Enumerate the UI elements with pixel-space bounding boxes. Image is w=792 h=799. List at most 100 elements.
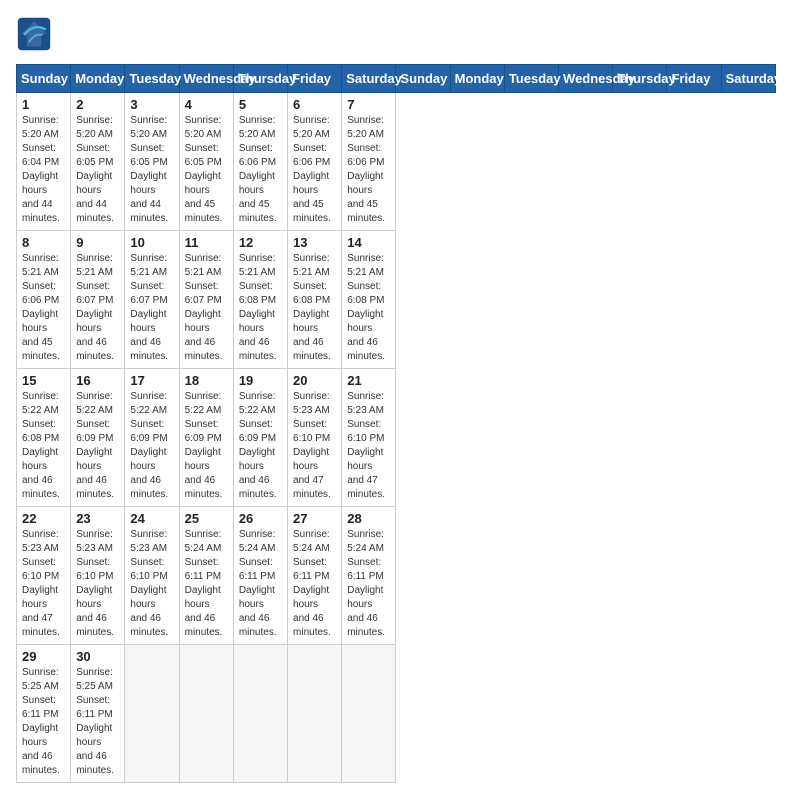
day-cell: 2 Sunrise: 5:20 AMSunset: 6:05 PMDaylight… [71, 93, 125, 231]
day-cell: 12Sunrise: 5:21 AMSunset: 6:08 PMDayligh… [233, 231, 287, 369]
day-number: 28 [347, 511, 390, 526]
day-info: Sunrise: 5:20 AMSunset: 6:05 PMDaylight … [76, 115, 114, 224]
header [16, 16, 776, 52]
day-cell: 21 Sunrise: 5:23 AMSunset: 6:10 PMDayligh… [342, 369, 396, 507]
day-cell: 5 Sunrise: 5:20 AMSunset: 6:06 PMDaylight… [233, 93, 287, 231]
logo-icon [16, 16, 52, 52]
day-info: Sunrise: 5:21 AMSunset: 6:08 PMDaylight … [239, 253, 277, 362]
day-info: Sunrise: 5:24 AMSunset: 6:11 PMDaylight … [293, 529, 331, 638]
day-number: 3 [130, 97, 173, 112]
day-info: Sunrise: 5:20 AMSunset: 6:04 PMDaylight … [22, 115, 60, 224]
day-number: 9 [76, 235, 119, 250]
week-row-2: 8 Sunrise: 5:21 AMSunset: 6:06 PMDaylight… [17, 231, 776, 369]
day-number: 11 [185, 235, 228, 250]
day-number: 7 [347, 97, 390, 112]
day-cell: 13 Sunrise: 5:21 AMSunset: 6:08 PMDayligh… [288, 231, 342, 369]
day-cell: 7Sunrise: 5:20 AMSunset: 6:06 PMDaylight… [342, 93, 396, 231]
day-cell: 8 Sunrise: 5:21 AMSunset: 6:06 PMDaylight… [17, 231, 71, 369]
col-header-tuesday: Tuesday [504, 65, 558, 93]
day-number: 29 [22, 649, 65, 664]
day-info: Sunrise: 5:22 AMSunset: 6:09 PMDaylight … [239, 391, 277, 500]
day-cell: 23Sunrise: 5:23 AMSunset: 6:10 PMDayligh… [71, 507, 125, 645]
day-number: 22 [22, 511, 65, 526]
day-cell: 29Sunrise: 5:25 AMSunset: 6:11 PMDayligh… [17, 645, 71, 783]
day-number: 13 [293, 235, 336, 250]
day-info: Sunrise: 5:20 AMSunset: 6:05 PMDaylight … [130, 115, 168, 224]
day-cell [179, 645, 233, 783]
day-cell: 19 Sunrise: 5:22 AMSunset: 6:09 PMDayligh… [233, 369, 287, 507]
day-cell: 11 Sunrise: 5:21 AMSunset: 6:07 PMDayligh… [179, 231, 233, 369]
day-number: 26 [239, 511, 282, 526]
day-cell: 26Sunrise: 5:24 AMSunset: 6:11 PMDayligh… [233, 507, 287, 645]
calendar-table: SundayMondayTuesdayWednesdayThursdayFrid… [16, 64, 776, 783]
day-cell: 28 Sunrise: 5:24 AMSunset: 6:11 PMDayligh… [342, 507, 396, 645]
day-number: 8 [22, 235, 65, 250]
col-header-wednesday: Wednesday [179, 65, 233, 93]
day-cell [288, 645, 342, 783]
week-row-5: 29 Sunrise: 5:25 AMSunset: 6:11 PMDayligh… [17, 645, 776, 783]
day-info: Sunrise: 5:23 AMSunset: 6:10 PMDaylight … [293, 391, 331, 500]
day-info: Sunrise: 5:24 AMSunset: 6:11 PMDaylight … [347, 529, 385, 638]
day-cell: 10Sunrise: 5:21 AMSunset: 6:07 PMDayligh… [125, 231, 179, 369]
day-number: 25 [185, 511, 228, 526]
day-info: Sunrise: 5:23 AMSunset: 6:10 PMDaylight … [22, 529, 60, 638]
day-info: Sunrise: 5:21 AMSunset: 6:07 PMDaylight … [185, 253, 223, 362]
col-header-wednesday: Wednesday [559, 65, 613, 93]
day-cell: 4Sunrise: 5:20 AMSunset: 6:05 PMDaylight… [179, 93, 233, 231]
day-info: Sunrise: 5:22 AMSunset: 6:08 PMDaylight … [22, 391, 60, 500]
col-header-thursday: Thursday [233, 65, 287, 93]
day-cell [233, 645, 287, 783]
day-number: 5 [239, 97, 282, 112]
col-header-sunday: Sunday [17, 65, 71, 93]
day-cell: 16Sunrise: 5:22 AMSunset: 6:09 PMDayligh… [71, 369, 125, 507]
col-header-saturday: Saturday [342, 65, 396, 93]
day-info: Sunrise: 5:25 AMSunset: 6:11 PMDaylight … [76, 667, 114, 776]
day-number: 24 [130, 511, 173, 526]
col-header-saturday: Saturday [721, 65, 775, 93]
day-number: 15 [22, 373, 65, 388]
day-info: Sunrise: 5:20 AMSunset: 6:06 PMDaylight … [239, 115, 277, 224]
day-info: Sunrise: 5:21 AMSunset: 6:07 PMDaylight … [76, 253, 114, 362]
day-number: 27 [293, 511, 336, 526]
calendar-header-row: SundayMondayTuesdayWednesdayThursdayFrid… [17, 65, 776, 93]
day-info: Sunrise: 5:24 AMSunset: 6:11 PMDaylight … [185, 529, 223, 638]
day-number: 19 [239, 373, 282, 388]
day-info: Sunrise: 5:21 AMSunset: 6:08 PMDaylight … [293, 253, 331, 362]
col-header-thursday: Thursday [613, 65, 667, 93]
col-header-friday: Friday [667, 65, 721, 93]
day-info: Sunrise: 5:23 AMSunset: 6:10 PMDaylight … [347, 391, 385, 500]
day-cell: 9 Sunrise: 5:21 AMSunset: 6:07 PMDaylight… [71, 231, 125, 369]
day-number: 30 [76, 649, 119, 664]
week-row-4: 22 Sunrise: 5:23 AMSunset: 6:10 PMDayligh… [17, 507, 776, 645]
day-cell: 20Sunrise: 5:23 AMSunset: 6:10 PMDayligh… [288, 369, 342, 507]
day-number: 10 [130, 235, 173, 250]
day-cell: 27 Sunrise: 5:24 AMSunset: 6:11 PMDayligh… [288, 507, 342, 645]
day-number: 16 [76, 373, 119, 388]
week-row-1: 1 Sunrise: 5:20 AMSunset: 6:04 PMDaylight… [17, 93, 776, 231]
day-cell: 3 Sunrise: 5:20 AMSunset: 6:05 PMDaylight… [125, 93, 179, 231]
day-info: Sunrise: 5:22 AMSunset: 6:09 PMDaylight … [185, 391, 223, 500]
day-info: Sunrise: 5:22 AMSunset: 6:09 PMDaylight … [130, 391, 168, 500]
day-info: Sunrise: 5:23 AMSunset: 6:10 PMDaylight … [130, 529, 168, 638]
day-cell: 22 Sunrise: 5:23 AMSunset: 6:10 PMDayligh… [17, 507, 71, 645]
week-row-3: 15 Sunrise: 5:22 AMSunset: 6:08 PMDayligh… [17, 369, 776, 507]
day-info: Sunrise: 5:21 AMSunset: 6:06 PMDaylight … [22, 253, 60, 362]
day-number: 1 [22, 97, 65, 112]
day-number: 21 [347, 373, 390, 388]
col-header-tuesday: Tuesday [125, 65, 179, 93]
day-cell [342, 645, 396, 783]
logo [16, 16, 56, 52]
day-cell: 1 Sunrise: 5:20 AMSunset: 6:04 PMDaylight… [17, 93, 71, 231]
day-cell: 6Sunrise: 5:20 AMSunset: 6:06 PMDaylight… [288, 93, 342, 231]
day-number: 2 [76, 97, 119, 112]
day-cell: 15 Sunrise: 5:22 AMSunset: 6:08 PMDayligh… [17, 369, 71, 507]
day-number: 23 [76, 511, 119, 526]
col-header-monday: Monday [71, 65, 125, 93]
col-header-friday: Friday [288, 65, 342, 93]
day-info: Sunrise: 5:20 AMSunset: 6:06 PMDaylight … [293, 115, 331, 224]
day-cell: 14Sunrise: 5:21 AMSunset: 6:08 PMDayligh… [342, 231, 396, 369]
day-cell [125, 645, 179, 783]
day-cell: 17Sunrise: 5:22 AMSunset: 6:09 PMDayligh… [125, 369, 179, 507]
day-cell: 18Sunrise: 5:22 AMSunset: 6:09 PMDayligh… [179, 369, 233, 507]
day-number: 4 [185, 97, 228, 112]
